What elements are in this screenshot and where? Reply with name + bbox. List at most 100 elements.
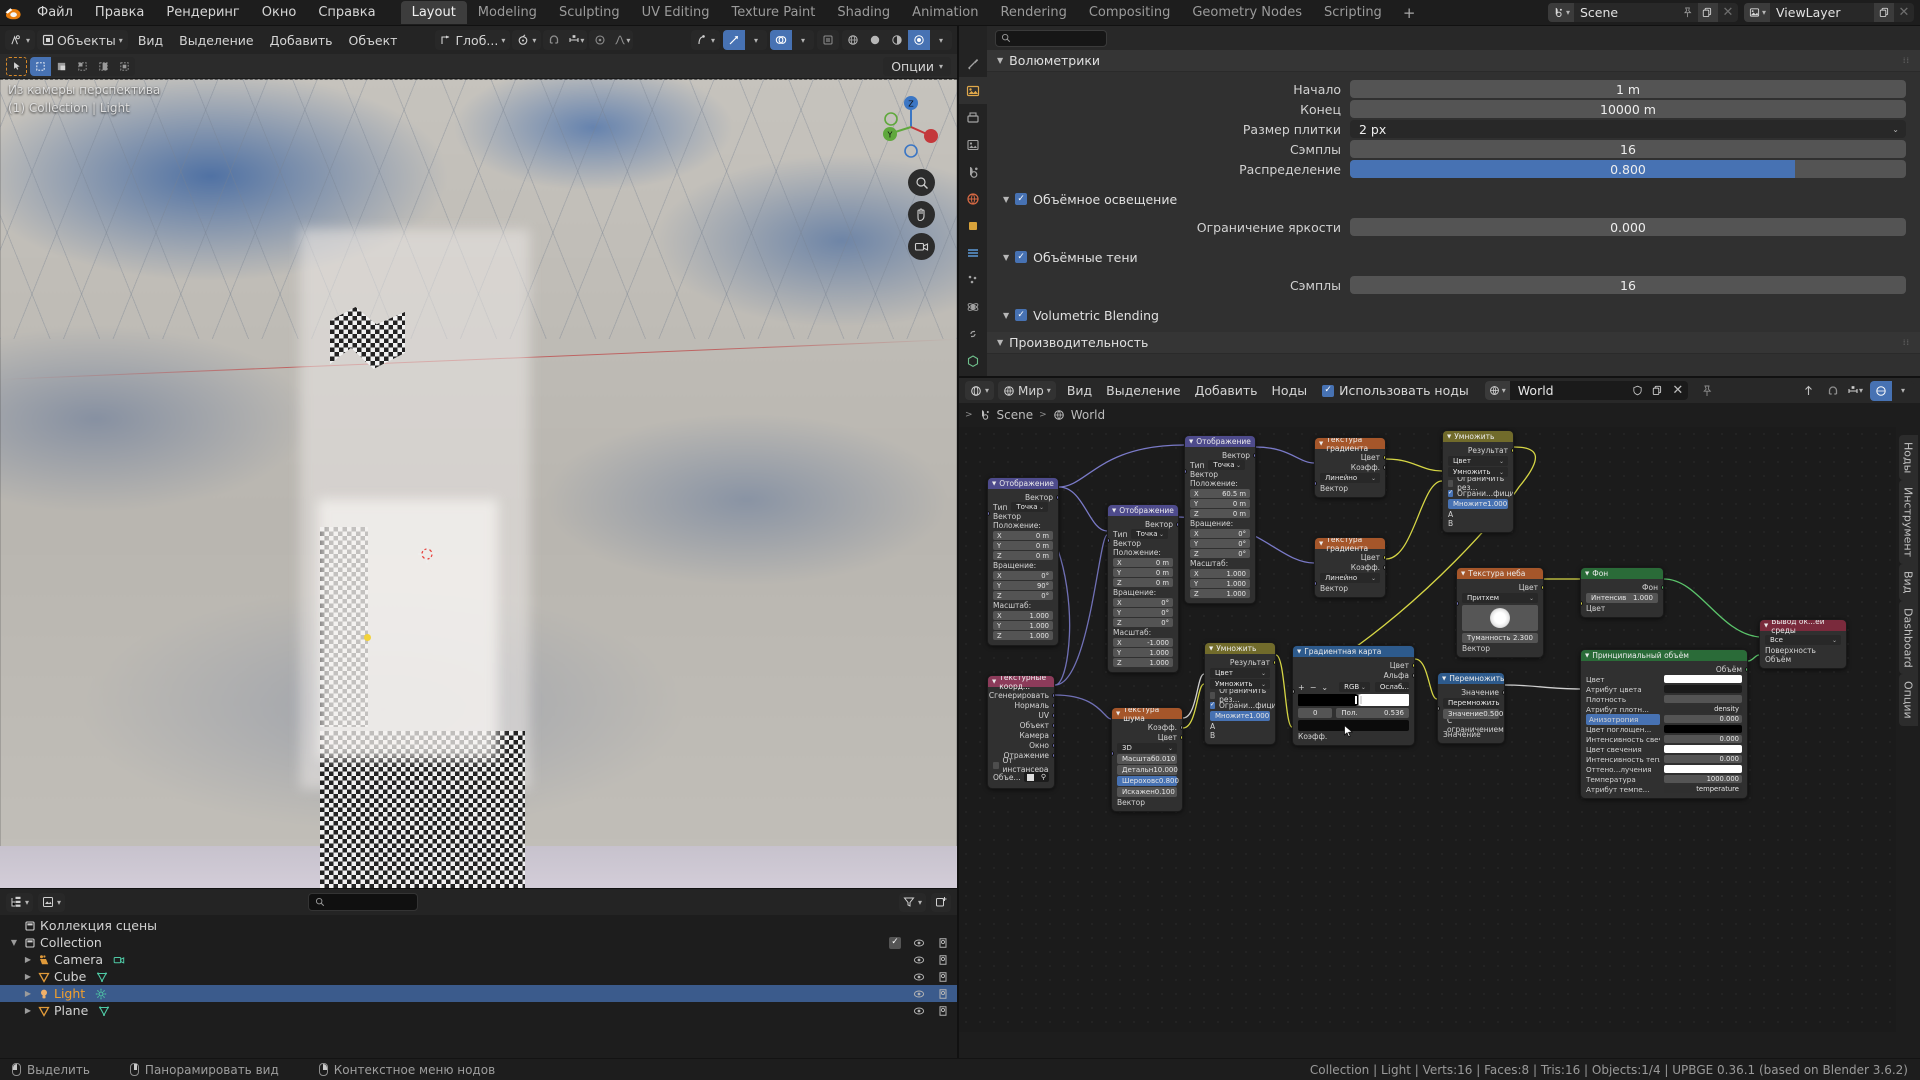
node-dropdown-field[interactable]: Все ⌄ <box>1765 635 1841 645</box>
node-editor-type-icon[interactable]: ▾ <box>965 381 995 400</box>
tab-scene[interactable] <box>959 158 987 185</box>
ramp-op-0[interactable]: + <box>1298 683 1305 692</box>
node-socket[interactable] <box>1052 733 1054 738</box>
node-dropdown-field[interactable]: Перемножить ⌄ <box>1443 698 1500 708</box>
delete-viewlayer-icon[interactable]: ✕ <box>1894 3 1914 22</box>
disclosure-triangle-icon[interactable]: ▶ <box>22 1006 34 1015</box>
magnet-icon[interactable] <box>543 30 565 50</box>
panel-grip-icon[interactable]: ⁞⁞ <box>1903 56 1910 65</box>
snap-pivot-selector[interactable]: ▾ <box>512 30 542 50</box>
workspace-tab-shading[interactable]: Shading <box>826 1 901 24</box>
node-operation-field[interactable]: Умножить ⌄ <box>1210 679 1270 689</box>
disclosure-triangle-icon[interactable]: ▶ <box>22 989 34 998</box>
new-scene-icon[interactable] <box>1697 3 1718 22</box>
node-value-field-3[interactable]: Искажен 0.100 <box>1117 787 1177 797</box>
panel-header-0[interactable]: ▼ Волюметрики ⁞⁞ <box>987 50 1920 72</box>
scene-selector[interactable]: ▾ Scene ✕ <box>1547 3 1738 22</box>
ramp-color-mode[interactable]: RGB ⌄ <box>1339 682 1370 692</box>
breadcrumb-world-label[interactable]: World <box>1071 408 1105 422</box>
node-header-mix1[interactable]: ▼ Умножить <box>1443 431 1513 442</box>
workspace-tab-uv-editing[interactable]: UV Editing <box>631 1 721 24</box>
panel-disclosure-icon[interactable]: ▼ <box>997 338 1003 347</box>
tab-world[interactable] <box>959 185 987 212</box>
node-mapping2[interactable]: ▼ Отображение Вектор Тип Точка ⌄ Вектор Положен… <box>1107 504 1179 673</box>
tab-particles[interactable] <box>959 266 987 293</box>
viewport-options-button[interactable]: Опции ▾ <box>883 56 951 76</box>
node-collapse-icon[interactable]: ▼ <box>1297 649 1301 655</box>
node-value-field[interactable]: Значение 0.500 <box>1443 709 1503 719</box>
node-checkbox[interactable]: От инстансера <box>988 756 1054 774</box>
outliner-row-label[interactable]: Camera <box>54 952 103 967</box>
select-extend-icon[interactable] <box>51 57 72 76</box>
workspace-tab-animation[interactable]: Animation <box>901 1 989 24</box>
pin-node-tree-icon[interactable] <box>1697 381 1717 400</box>
node-collapse-icon[interactable]: ▼ <box>992 481 996 487</box>
tab-view-layer[interactable] <box>959 131 987 158</box>
node-socket[interactable] <box>1180 725 1182 730</box>
property-value-field[interactable]: temperature <box>1664 785 1742 793</box>
tab-modifiers[interactable] <box>959 239 987 266</box>
tab-tool[interactable] <box>959 50 987 77</box>
node-header-mapping3[interactable]: ▼ Отображение <box>1185 436 1255 447</box>
vector-axis-field[interactable]: Z 0° <box>1113 618 1173 627</box>
vector-axis-field[interactable]: Y 0° <box>1113 608 1173 617</box>
node-dropdown-field[interactable]: Точка ⌄ <box>1208 460 1245 470</box>
node-checkbox[interactable]: С ограничением <box>1438 716 1504 734</box>
world-datablock-selector[interactable]: ▾ World ✕ <box>1484 381 1688 400</box>
viewlayer-selector[interactable]: ▾ ViewLayer ✕ <box>1743 3 1914 22</box>
node-socket[interactable] <box>1661 585 1663 590</box>
vector-axis-field[interactable]: X 1.000 <box>993 611 1053 620</box>
vector-axis-field[interactable]: Z 0 m <box>993 551 1053 560</box>
node-snap-settings-icon[interactable]: ▾ <box>1844 381 1866 401</box>
outliner-data-mesh-icon[interactable] <box>98 1005 110 1017</box>
node-menu-2[interactable]: Добавить <box>1188 381 1265 400</box>
property-value-field[interactable]: 0.000 <box>1664 755 1742 763</box>
property-value-field[interactable] <box>1664 725 1742 733</box>
scene-name[interactable]: Scene <box>1574 5 1678 20</box>
outliner-row-label[interactable]: Collection <box>40 935 102 950</box>
node-socket[interactable] <box>1383 555 1385 560</box>
vector-axis-field[interactable]: X 0° <box>1190 529 1250 538</box>
node-skytex[interactable]: ▼ Текстура неба Цвет Притхем ⌄ Туманность 2.30… <box>1456 567 1544 658</box>
outliner-row-label[interactable]: Cube <box>54 969 86 984</box>
node-header-skytex[interactable]: ▼ Текстура неба <box>1457 568 1543 579</box>
node-blend-mode-field[interactable]: Цвет ⌄ <box>1448 456 1508 466</box>
select-invert-icon[interactable] <box>93 57 114 76</box>
node-socket[interactable] <box>1383 455 1385 460</box>
node-collapse-icon[interactable]: ▼ <box>1764 623 1768 629</box>
menu-4[interactable]: Справка <box>307 2 386 23</box>
node-header-colorramp[interactable]: ▼ Градиентная карта <box>1293 646 1414 657</box>
node-socket[interactable] <box>1541 585 1543 590</box>
navigation-gizmo[interactable]: Z Y <box>879 95 943 159</box>
node-header-mapping2[interactable]: ▼ Отображение <box>1108 505 1178 516</box>
node-header-background[interactable]: ▼ Фон <box>1581 568 1663 579</box>
menu-1[interactable]: Правка <box>84 2 155 23</box>
disable-in-render-icon[interactable] <box>937 988 949 1000</box>
node-mapping3[interactable]: ▼ Отображение Вектор Тип Точка ⌄ Вектор Положен… <box>1184 435 1256 604</box>
new-collection-icon[interactable] <box>931 892 951 912</box>
node-socket[interactable] <box>1511 448 1513 453</box>
tab-output[interactable] <box>959 104 987 131</box>
select-intersect-icon[interactable] <box>114 57 135 76</box>
object-picker-field[interactable]: ⚲ <box>1023 772 1049 782</box>
node-value-field[interactable]: Интенсив 1.000 <box>1586 593 1658 603</box>
outliner-row-collection[interactable]: ▼ Collection ✓ <box>0 934 957 951</box>
outliner-data-camera-icon[interactable] <box>113 954 125 966</box>
outliner-row-plane[interactable]: ▶ Plane <box>0 1002 957 1019</box>
viewport-menu-0[interactable]: Вид <box>130 31 171 50</box>
editor-type-selector[interactable]: ▾ <box>5 30 36 50</box>
workspace-tab-scripting[interactable]: Scripting <box>1313 1 1393 24</box>
unlink-world-icon[interactable]: ✕ <box>1668 381 1688 400</box>
panel-header-2[interactable]: ▼ ✓ Объёмные тени <box>987 246 1920 268</box>
pan-view-icon[interactable] <box>908 201 935 228</box>
node-collapse-icon[interactable]: ▼ <box>1116 711 1120 717</box>
property-field-начало[interactable]: 1 m <box>1350 80 1906 98</box>
vector-axis-field[interactable]: X 0 m <box>993 531 1053 540</box>
node-header-texcoord[interactable]: ▼ Текстурные коорд... <box>988 676 1054 691</box>
disable-in-render-icon[interactable] <box>937 1005 949 1017</box>
proportional-edit-group[interactable]: ▾ <box>589 30 634 50</box>
outliner-scene-collection-row[interactable]: ▶ Коллекция сцены <box>0 917 957 934</box>
camera-view-icon[interactable] <box>908 233 935 260</box>
hide-in-viewport-icon[interactable] <box>913 971 925 983</box>
node-collapse-icon[interactable]: ▼ <box>1442 676 1446 682</box>
